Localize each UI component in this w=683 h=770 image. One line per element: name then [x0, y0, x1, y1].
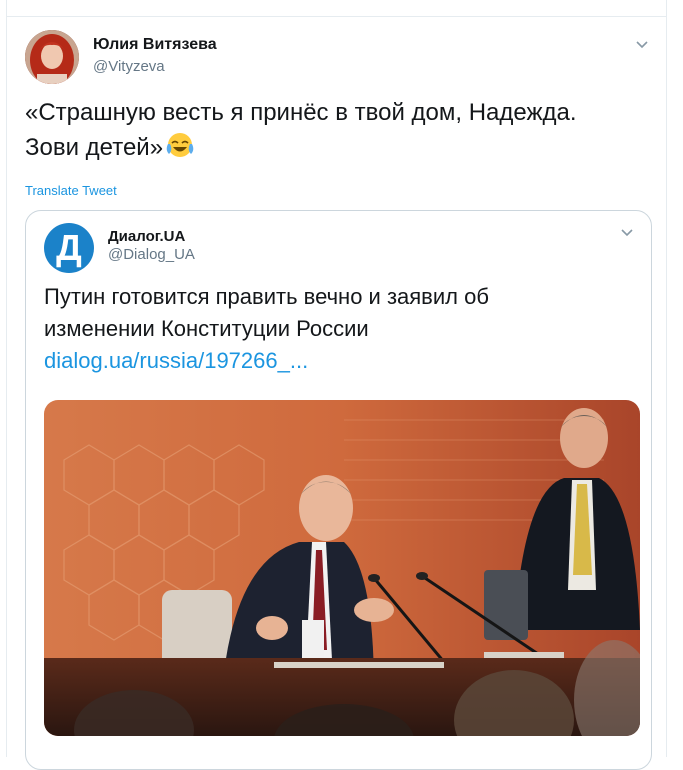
chevron-down-icon[interactable] [620, 225, 634, 239]
tears-of-joy-icon [165, 130, 195, 160]
quoted-author-name[interactable]: Диалог.UA [108, 228, 185, 245]
divider [7, 16, 666, 17]
tweet-card: Юлия Витязева @Vityzeva «Страшную весть … [6, 0, 667, 770]
author-handle[interactable]: @Vityzeva [93, 58, 165, 75]
quoted-link[interactable]: dialog.ua/russia/197266_... [44, 345, 604, 377]
translate-tweet-link[interactable]: Translate Tweet [25, 183, 117, 198]
quoted-tweet-text: Путин готовится править вечно и заявил о… [44, 281, 604, 377]
chevron-down-icon[interactable] [635, 37, 649, 51]
author-name[interactable]: Юлия Витязева [93, 36, 217, 54]
quoted-author-handle[interactable]: @Dialog_UA [108, 246, 195, 263]
quoted-photo[interactable] [44, 400, 640, 736]
quoted-text-content: Путин готовится править вечно и заявил о… [44, 284, 489, 341]
avatar[interactable] [25, 30, 79, 84]
tweet-text: «Страшную весть я принёс в твой дом, Над… [25, 96, 645, 165]
quoted-avatar[interactable]: Д [44, 223, 94, 273]
quoted-tweet[interactable]: Д Диалог.UA @Dialog_UA Путин готовится п… [25, 210, 652, 770]
tweet-text-content: «Страшную весть я принёс в твой дом, Над… [25, 99, 577, 161]
